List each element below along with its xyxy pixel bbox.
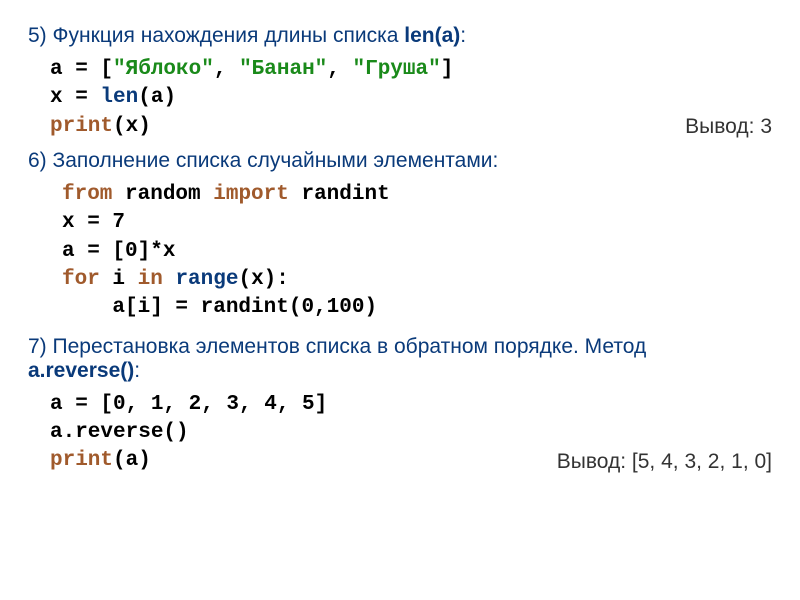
string-literal: "Банан"	[239, 58, 327, 81]
heading-colon: :	[460, 24, 466, 47]
builtin-print: print	[50, 115, 113, 138]
code-text: (a)	[138, 86, 176, 109]
code-text: a = [0, 1, 2, 3, 4, 5]	[50, 393, 327, 416]
heading-fn: a.reverse()	[28, 359, 134, 382]
section-5-heading: 5) Функция нахождения длины списка len(a…	[28, 24, 772, 48]
string-literal: "Груша"	[353, 58, 441, 81]
code-text: x =	[50, 86, 100, 109]
code-text: random	[112, 183, 213, 206]
code-text: a[i] = randint(0,100)	[62, 296, 377, 319]
code-text	[163, 268, 176, 291]
code-block-6: from random import randint x = 7 a = [0]…	[62, 181, 772, 323]
heading-fn: len(a)	[404, 24, 460, 47]
builtin-len: len	[100, 86, 138, 109]
code-text: a.reverse()	[50, 421, 189, 444]
code-text: ,	[214, 58, 239, 81]
code-text: ,	[327, 58, 352, 81]
code-text: (x):	[238, 268, 288, 291]
code-text: a = [0]*x	[62, 240, 175, 263]
code-text: x = 7	[62, 211, 125, 234]
code-text: a = [	[50, 58, 113, 81]
keyword-for: for	[62, 268, 100, 291]
heading-text: 5) Функция нахождения длины списка	[28, 24, 404, 47]
section-6-heading: 6) Заполнение списка случайными элемента…	[28, 149, 772, 173]
code-text: i	[100, 268, 138, 291]
keyword-in: in	[138, 268, 163, 291]
section-7-heading: 7) Перестановка элементов списка в обрат…	[28, 335, 728, 383]
keyword-import: import	[213, 183, 289, 206]
code-text: randint	[289, 183, 390, 206]
heading-text: 7) Перестановка элементов списка в обрат…	[28, 335, 646, 358]
builtin-range: range	[175, 268, 238, 291]
builtin-print: print	[50, 449, 113, 472]
string-literal: "Яблоко"	[113, 58, 214, 81]
code-text: ]	[441, 58, 454, 81]
heading-colon: :	[134, 359, 140, 382]
code-text: (a)	[113, 449, 151, 472]
keyword-from: from	[62, 183, 112, 206]
code-text: (x)	[113, 115, 151, 138]
